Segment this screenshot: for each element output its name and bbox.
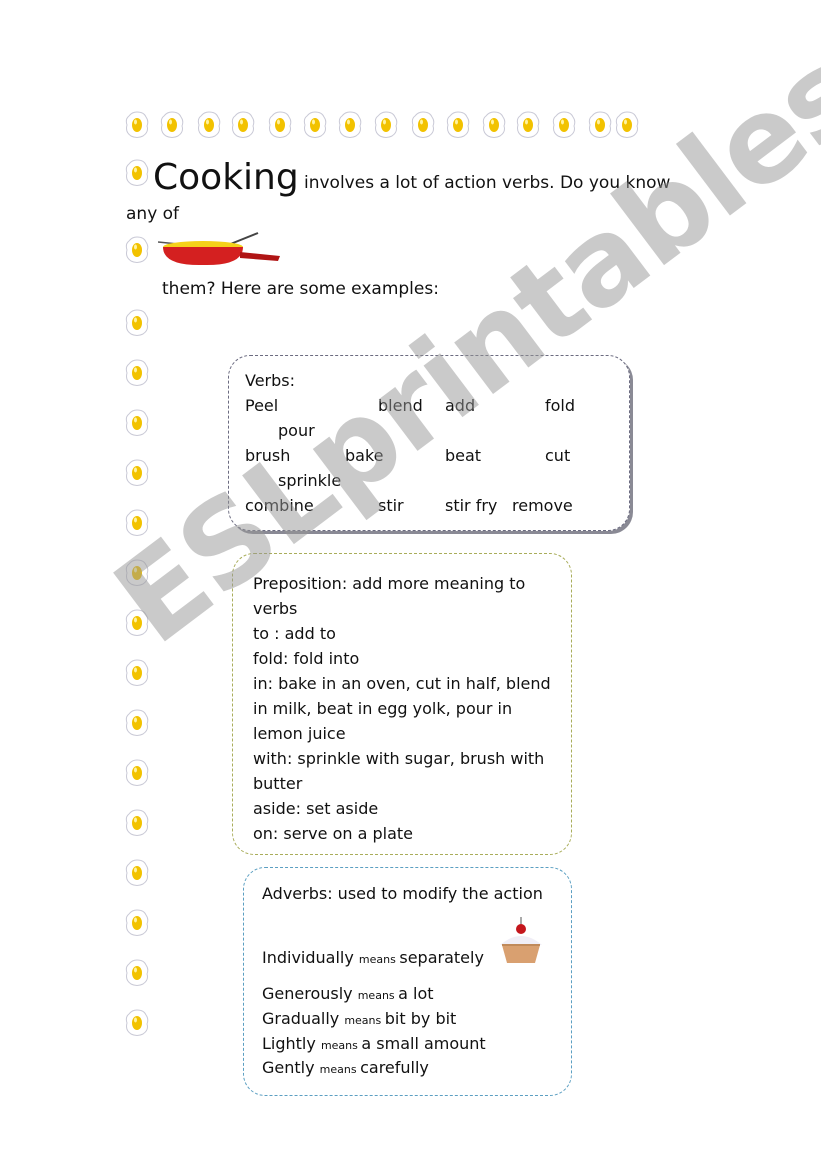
fried-egg-icon [231, 111, 255, 138]
fried-egg-icon [125, 159, 149, 186]
fried-egg-icon [446, 111, 470, 138]
preposition-line: on: serve on a plate [253, 824, 413, 843]
means-connector: means [320, 1039, 362, 1052]
preposition-line: in: bake in an oven, cut in half, blend [253, 674, 551, 693]
cupcake-icon [500, 917, 542, 963]
verb: beat [445, 446, 482, 465]
preposition-line: aside: set aside [253, 799, 379, 818]
fried-egg-icon [125, 909, 149, 936]
verb: sprinkle [278, 471, 342, 490]
verbs-heading: Verbs: [245, 371, 296, 390]
fried-egg-icon [125, 759, 149, 786]
fried-egg-icon [516, 111, 540, 138]
fried-egg-icon [482, 111, 506, 138]
fried-egg-icon [588, 111, 612, 138]
intro-line-3: them? Here are some examples: [162, 279, 439, 299]
fried-egg-icon [125, 1009, 149, 1036]
fried-egg-icon [125, 859, 149, 886]
fried-egg-icon [268, 111, 292, 138]
verb: fold [545, 396, 576, 415]
preposition-line: lemon juice [253, 724, 346, 743]
adverb-definition: bit by bit [384, 1009, 457, 1028]
fried-egg-icon [125, 359, 149, 386]
verb: remove [512, 496, 573, 515]
means-connector: means [357, 989, 399, 1002]
fried-egg-icon [125, 559, 149, 586]
preposition-line: Preposition: add more meaning to [253, 574, 526, 593]
fried-egg-icon [197, 111, 221, 138]
means-connector: means [358, 953, 400, 966]
verb: bake [345, 446, 384, 465]
fried-egg-icon [374, 111, 398, 138]
fried-egg-icon [125, 309, 149, 336]
verb: combine [245, 496, 314, 515]
intro-line-2: any of [126, 204, 180, 224]
fried-egg-icon [338, 111, 362, 138]
fried-egg-icon [125, 459, 149, 486]
preposition-line: with: sprinkle with sugar, brush with [253, 749, 545, 768]
fried-egg-icon [303, 111, 327, 138]
intro-line-1: involves a lot of action verbs. Do you k… [304, 173, 671, 193]
fried-egg-icon [125, 809, 149, 836]
fried-egg-icon [125, 959, 149, 986]
adverb-term: Generously [262, 984, 358, 1003]
preposition-line: butter [253, 774, 303, 793]
verb: pour [278, 421, 315, 440]
fried-egg-icon [125, 111, 149, 138]
adverb-item: Individually means separately [262, 950, 484, 966]
adverb-term: Individually [262, 948, 359, 967]
adverb-term: Gradually [262, 1009, 345, 1028]
verb: brush [245, 446, 291, 465]
title-word: Cooking [153, 157, 299, 198]
adverb-definition: a lot [398, 984, 434, 1003]
means-connector: means [319, 1063, 361, 1076]
fried-egg-icon [125, 609, 149, 636]
adverb-term: Lightly [262, 1034, 321, 1053]
verb: cut [545, 446, 571, 465]
frying-pan-icon [158, 232, 280, 266]
fried-egg-icon [125, 509, 149, 536]
preposition-line: to : add to [253, 624, 336, 643]
preposition-line: verbs [253, 599, 298, 618]
verb: stir fry [445, 496, 498, 515]
fried-egg-icon [552, 111, 576, 138]
adverb-item: Gently means carefully [262, 1060, 429, 1076]
preposition-line: in milk, beat in egg yolk, pour in [253, 699, 513, 718]
means-connector: means [344, 1014, 385, 1027]
fried-egg-icon [125, 409, 149, 436]
adverb-item: Gradually means bit by bit [262, 1011, 456, 1027]
adverbs-heading: Adverbs: used to modify the action [262, 884, 543, 903]
fried-egg-icon [160, 111, 184, 138]
fried-egg-icon [125, 659, 149, 686]
adverb-item: Generously means a lot [262, 986, 434, 1002]
fried-egg-icon [125, 236, 149, 263]
verb: blend [378, 396, 423, 415]
adverb-definition: a small amount [361, 1034, 486, 1053]
verb: stir [378, 496, 404, 515]
adverb-item: Lightly means a small amount [262, 1036, 486, 1052]
verb: Peel [245, 396, 279, 415]
adverb-definition: carefully [360, 1058, 429, 1077]
adverb-term: Gently [262, 1058, 320, 1077]
fried-egg-icon [615, 111, 639, 138]
adverb-definition: separately [399, 948, 484, 967]
fried-egg-icon [411, 111, 435, 138]
fried-egg-icon [125, 709, 149, 736]
verb: add [445, 396, 476, 415]
preposition-line: fold: fold into [253, 649, 360, 668]
